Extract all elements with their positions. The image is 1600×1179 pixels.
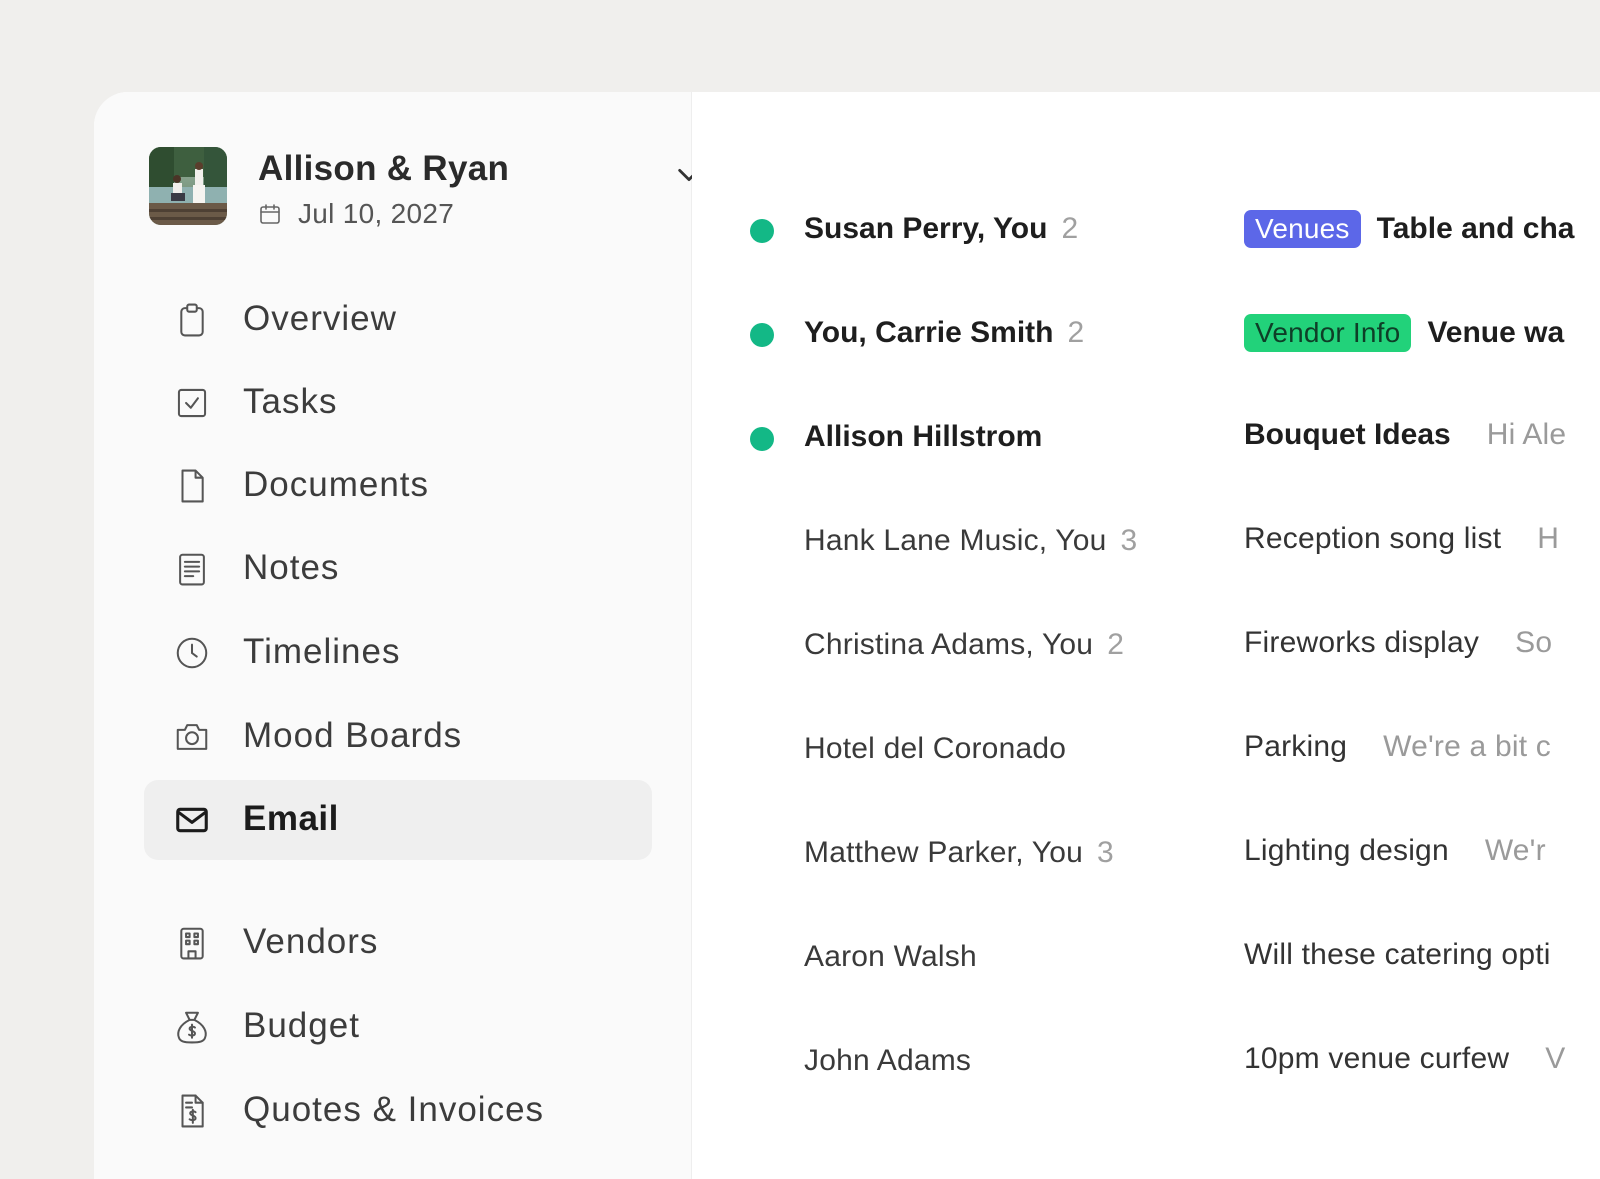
- email-thread-row[interactable]: You, Carrie Smith 2 Vendor Info Venue wa: [692, 296, 1600, 376]
- thread-preview: V: [1545, 1042, 1566, 1075]
- sidebar-item-label: Tasks: [243, 382, 338, 421]
- unread-indicator: [750, 323, 774, 347]
- thread-subject: Will these catering opti: [1244, 938, 1551, 971]
- sidebar-item-label: Email: [243, 799, 339, 838]
- email-thread-row[interactable]: Hank Lane Music, You 3 Reception song lis…: [692, 504, 1600, 584]
- sidebar-item-timelines[interactable]: Timelines: [144, 613, 652, 693]
- sidebar-item-label: Timelines: [243, 632, 401, 671]
- sidebar-item-label: Mood Boards: [243, 716, 463, 755]
- thread-participants: You, Carrie Smith 2: [804, 316, 1085, 349]
- calendar-icon: [260, 204, 280, 224]
- email-thread-list: Susan Perry, You 2 Venues Table and cha Y…: [692, 92, 1600, 1179]
- couple-avatar: [149, 147, 227, 225]
- camera-icon: [172, 717, 212, 757]
- thread-participants: Hank Lane Music, You 3: [804, 524, 1138, 557]
- sidebar-item-label: Budget: [243, 1006, 360, 1045]
- sidebar-item-mood-boards[interactable]: Mood Boards: [144, 697, 652, 777]
- thread-participants: Hotel del Coronado: [804, 732, 1067, 765]
- sidebar-item-label: Overview: [243, 299, 397, 338]
- sidebar-item-label: Notes: [243, 548, 340, 587]
- thread-subject-line: Lighting design We'r: [1244, 834, 1546, 868]
- app-window: Allison & Ryan Jul 10, 2027 Overview Tas…: [94, 92, 1600, 1179]
- sidebar-item-quotes-invoices[interactable]: Quotes & Invoices: [144, 1071, 652, 1151]
- wedding-switcher[interactable]: Allison & Ryan Jul 10, 2027: [149, 147, 700, 229]
- sidebar-item-label: Quotes & Invoices: [243, 1090, 545, 1129]
- thread-subject-line: 10pm venue curfew V: [1244, 1042, 1565, 1076]
- thread-subject: Bouquet Ideas: [1244, 418, 1451, 451]
- thread-participants: Allison Hillstrom: [804, 420, 1043, 453]
- email-thread-row[interactable]: John Adams 10pm venue curfew V: [692, 1024, 1600, 1104]
- wedding-date-row: Jul 10, 2027: [258, 198, 455, 229]
- email-thread-row[interactable]: Susan Perry, You 2 Venues Table and cha: [692, 192, 1600, 272]
- message-count: 2: [1061, 212, 1079, 245]
- clipboard-icon: [172, 300, 212, 340]
- clock-icon: [172, 633, 212, 673]
- mail-icon: [172, 800, 212, 840]
- thread-participants: Christina Adams, You 2: [804, 628, 1125, 661]
- couple-name: Allison & Ryan: [258, 149, 510, 188]
- invoice-icon: [172, 1091, 212, 1131]
- email-thread-row[interactable]: Allison Hillstrom Bouquet Ideas Hi Ale: [692, 400, 1600, 480]
- checkbox-icon: [172, 383, 212, 423]
- thread-participants: Susan Perry, You 2: [804, 212, 1079, 245]
- notes-icon: [172, 549, 212, 589]
- thread-preview: So: [1515, 626, 1553, 659]
- sidebar: Allison & Ryan Jul 10, 2027 Overview Tas…: [94, 92, 700, 1179]
- thread-subject: 10pm venue curfew: [1244, 1042, 1510, 1075]
- thread-subject-line: Will these catering opti: [1244, 938, 1551, 972]
- thread-subject: Venue wa: [1427, 316, 1565, 349]
- building-icon: [172, 923, 212, 963]
- sidebar-item-email[interactable]: Email: [144, 780, 652, 860]
- thread-subject: Lighting design: [1244, 834, 1449, 867]
- thread-subject: Parking: [1244, 730, 1348, 763]
- thread-subject-line: Bouquet Ideas Hi Ale: [1244, 418, 1566, 452]
- email-thread-row[interactable]: Christina Adams, You 2 Fireworks display …: [692, 608, 1600, 688]
- message-count: 2: [1107, 628, 1125, 661]
- unread-indicator: [750, 427, 774, 451]
- thread-subject: Fireworks display: [1244, 626, 1480, 659]
- thread-subject: Reception song list: [1244, 522, 1502, 555]
- message-count: 2: [1067, 316, 1085, 349]
- thread-participants: Aaron Walsh: [804, 940, 977, 973]
- thread-subject-line: Parking We're a bit c: [1244, 730, 1551, 764]
- sidebar-item-overview[interactable]: Overview: [144, 280, 652, 360]
- thread-preview: We're a bit c: [1383, 730, 1551, 763]
- email-thread-row[interactable]: Matthew Parker, You 3 Lighting design We'…: [692, 816, 1600, 896]
- email-thread-row[interactable]: Hotel del Coronado Parking We're a bit c: [692, 712, 1600, 792]
- thread-participants: Matthew Parker, You 3: [804, 836, 1114, 869]
- thread-subject-line: Vendor Info Venue wa: [1244, 314, 1564, 352]
- thread-preview: H: [1537, 522, 1560, 555]
- thread-subject-line: Reception song list H: [1244, 522, 1559, 556]
- sidebar-item-label: Documents: [243, 465, 430, 504]
- thread-subject-line: Venues Table and cha: [1244, 210, 1574, 248]
- sidebar-item-label: Vendors: [243, 922, 379, 961]
- money-bag-icon: [172, 1007, 212, 1047]
- thread-subject-line: Fireworks display So: [1244, 626, 1552, 660]
- message-count: 3: [1120, 524, 1138, 557]
- sidebar-item-documents[interactable]: Documents: [144, 446, 652, 526]
- thread-preview: Hi Ale: [1486, 418, 1567, 451]
- document-icon: [172, 466, 212, 506]
- wedding-date: Jul 10, 2027: [298, 198, 455, 229]
- email-thread-row[interactable]: Aaron Walsh Will these catering opti: [692, 920, 1600, 1000]
- message-count: 3: [1096, 836, 1114, 869]
- sidebar-item-tasks[interactable]: Tasks: [144, 363, 652, 443]
- sidebar-item-notes[interactable]: Notes: [144, 529, 652, 609]
- thread-preview: We'r: [1484, 834, 1546, 867]
- tag-badge: Venues: [1244, 210, 1361, 248]
- thread-participants: John Adams: [804, 1044, 972, 1077]
- tag-badge: Vendor Info: [1244, 314, 1412, 352]
- sidebar-item-vendors[interactable]: Vendors: [144, 903, 652, 983]
- thread-subject: Table and cha: [1376, 212, 1575, 245]
- unread-indicator: [750, 219, 774, 243]
- sidebar-item-budget[interactable]: Budget: [144, 987, 652, 1067]
